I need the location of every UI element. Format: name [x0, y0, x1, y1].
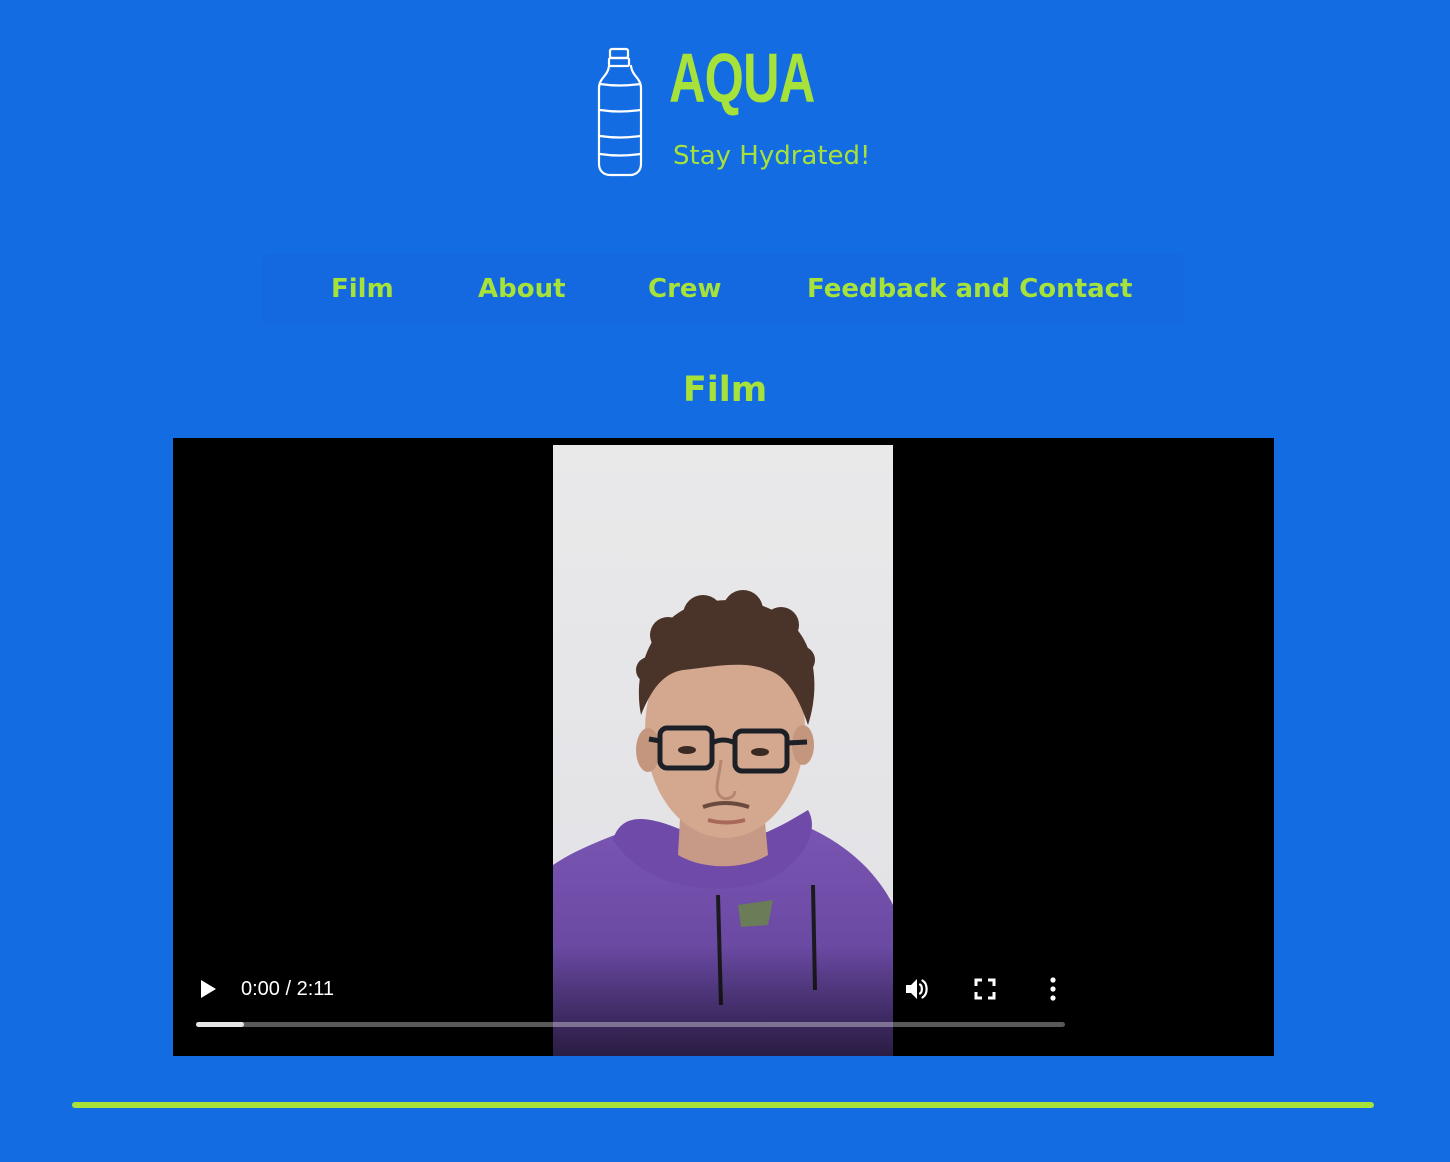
controls-shade	[173, 946, 1274, 1056]
volume-icon[interactable]	[904, 976, 930, 1002]
seek-bar[interactable]	[196, 1022, 1065, 1027]
brand-tagline: Stay Hydrated!	[673, 141, 871, 171]
water-bottle-icon	[597, 47, 643, 177]
seek-buffered	[196, 1022, 244, 1027]
nav-link-film[interactable]: Film	[331, 271, 394, 307]
fullscreen-icon[interactable]	[973, 977, 997, 1001]
brand-title: AQUA	[669, 39, 815, 117]
nav-link-feedback-contact[interactable]: Feedback and Contact	[807, 271, 1132, 307]
footer-divider	[72, 1102, 1374, 1108]
more-vertical-icon[interactable]	[1041, 976, 1065, 1002]
video-player[interactable]: 0:00 / 2:11	[173, 438, 1274, 1056]
main-nav: Film About Crew Feedback and Contact	[262, 254, 1184, 324]
nav-link-about[interactable]: About	[478, 271, 566, 307]
video-time-display: 0:00 / 2:11	[241, 978, 335, 1000]
play-icon[interactable]	[197, 978, 219, 1000]
section-title: Film	[682, 370, 768, 410]
page: AQUA Stay Hydrated! Film About Crew Feed…	[0, 0, 1450, 1162]
nav-link-crew[interactable]: Crew	[648, 271, 722, 307]
